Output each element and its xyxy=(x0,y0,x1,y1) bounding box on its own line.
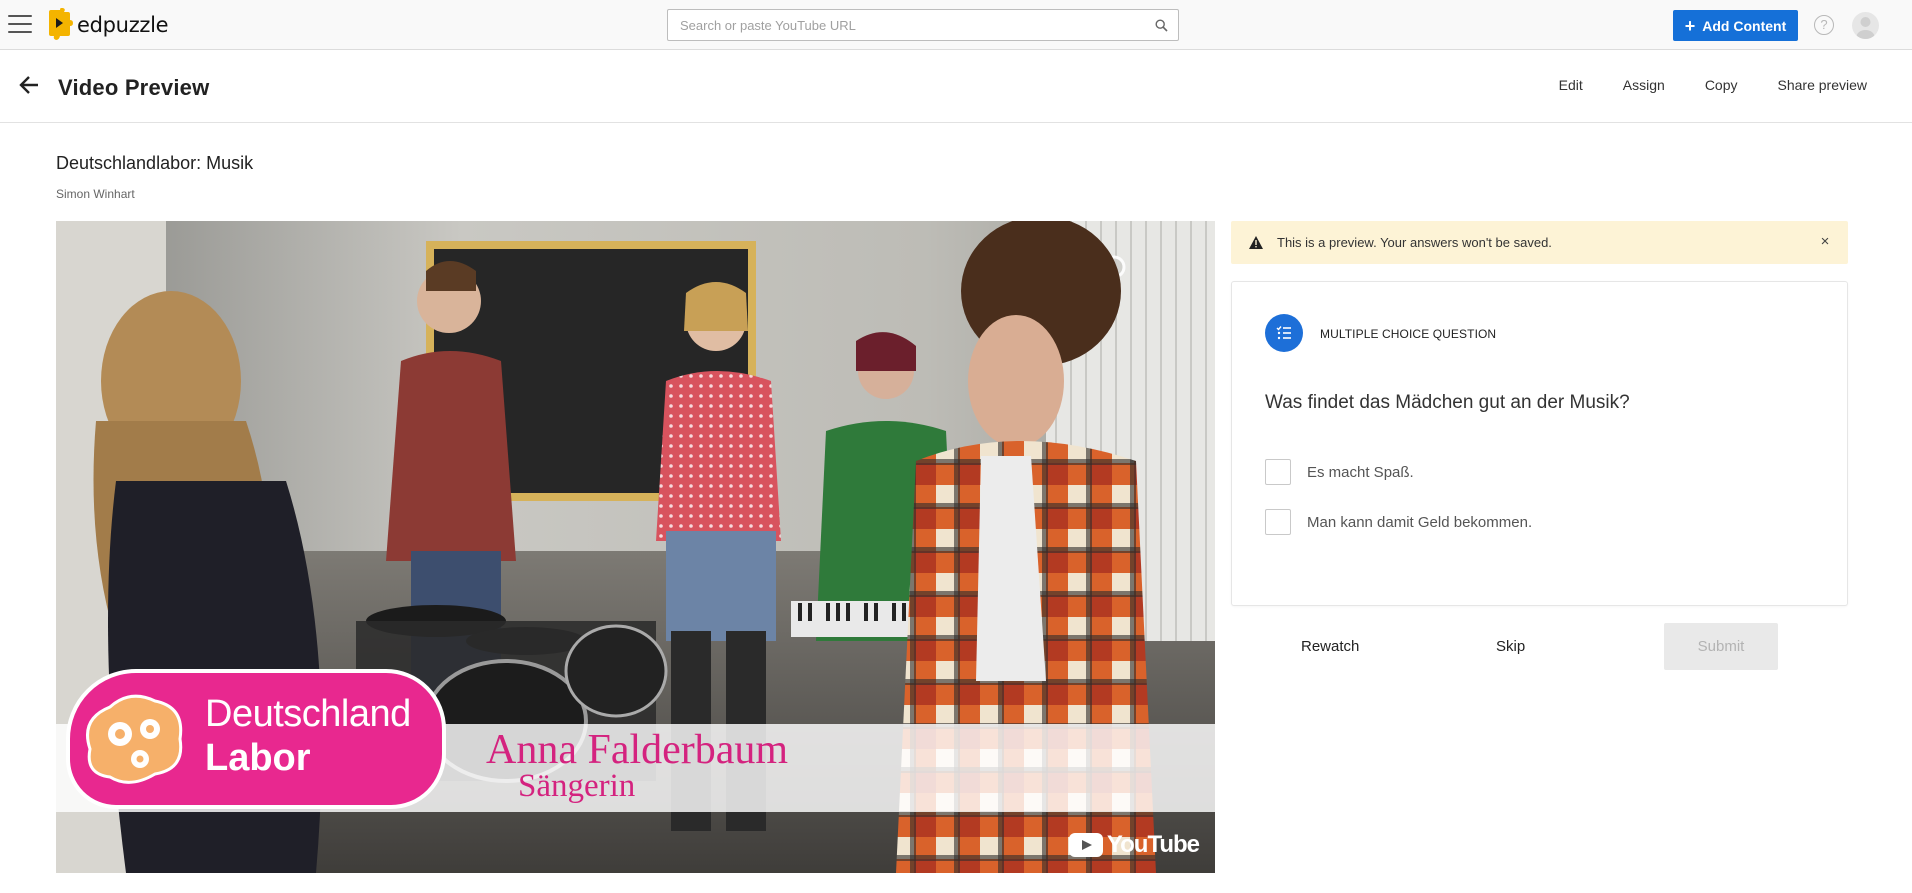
preview-notice: This is a preview. Your answers won't be… xyxy=(1231,221,1848,264)
notice-text: This is a preview. Your answers won't be… xyxy=(1277,235,1552,250)
speaker-role: Sängerin xyxy=(518,768,636,804)
brain-gears-icon xyxy=(86,694,183,784)
deutschland-labor-logo: Deutschland Labor xyxy=(66,669,446,809)
user-avatar-icon xyxy=(1856,17,1875,39)
search-icon[interactable] xyxy=(1155,19,1168,32)
share-preview-button[interactable]: Share preview xyxy=(1778,77,1868,93)
plus-icon: + xyxy=(1684,15,1696,36)
video-title: Deutschlandlabor: Musik xyxy=(56,153,254,173)
youtube-play-icon xyxy=(1068,833,1103,857)
help-icon[interactable]: ? xyxy=(1814,15,1834,35)
assign-button[interactable]: Assign xyxy=(1623,77,1665,93)
skip-button[interactable]: Skip xyxy=(1496,638,1525,655)
edpuzzle-logo[interactable]: edpuzzle xyxy=(46,8,169,42)
answer-option[interactable]: Es macht Spaß. xyxy=(1265,459,1414,485)
answer-label: Man kann damit Geld bekommen. xyxy=(1307,513,1533,531)
header-actions: Edit Assign Copy Share preview xyxy=(1519,77,1867,93)
speaker-name: Anna Falderbaum xyxy=(486,727,789,773)
avatar[interactable] xyxy=(1852,12,1879,39)
warning-icon xyxy=(1249,236,1263,249)
youtube-wordmark: YouTube xyxy=(1106,831,1200,858)
search-input[interactable] xyxy=(680,10,1150,40)
add-content-button[interactable]: + Add Content xyxy=(1673,10,1798,41)
edit-button[interactable]: Edit xyxy=(1559,77,1583,93)
logo-line-2: Labor xyxy=(205,737,311,779)
logo-text: edpuzzle xyxy=(77,13,169,37)
back-arrow-icon[interactable] xyxy=(18,74,40,96)
page-header: Video Preview Edit Assign Copy Share pre… xyxy=(0,50,1912,123)
menu-icon[interactable] xyxy=(8,15,32,35)
submit-button[interactable]: Submit xyxy=(1664,623,1778,670)
answer-checkbox[interactable] xyxy=(1265,459,1291,485)
answer-checkbox[interactable] xyxy=(1265,509,1291,535)
copy-button[interactable]: Copy xyxy=(1705,77,1738,93)
question-type-badge xyxy=(1265,314,1303,352)
page-title: Video Preview xyxy=(58,75,210,100)
question-type-label: MULTIPLE CHOICE QUESTION xyxy=(1320,327,1497,341)
answer-label: Es macht Spaß. xyxy=(1307,463,1414,481)
close-icon[interactable]: × xyxy=(1818,234,1832,249)
logo-line-1: Deutschland xyxy=(205,693,411,735)
question-card: MULTIPLE CHOICE QUESTION Was findet das … xyxy=(1231,281,1848,606)
answer-option[interactable]: Man kann damit Geld bekommen. xyxy=(1265,509,1532,535)
video-author: Simon Winhart xyxy=(56,187,135,201)
rewatch-button[interactable]: Rewatch xyxy=(1301,638,1359,655)
puzzle-logo-icon xyxy=(49,8,73,40)
question-text: Was findet das Mädchen gut an der Musik? xyxy=(1265,392,1630,413)
top-bar: edpuzzle + Add Content ? xyxy=(0,0,1912,50)
checklist-icon xyxy=(1276,326,1291,340)
search-bar[interactable] xyxy=(667,9,1179,41)
video-player[interactable]: Anna Falderbaum Sängerin Deutschland Lab… xyxy=(56,221,1215,873)
add-content-label: Add Content xyxy=(1702,17,1787,34)
youtube-watermark[interactable]: YouTube xyxy=(1068,831,1200,859)
